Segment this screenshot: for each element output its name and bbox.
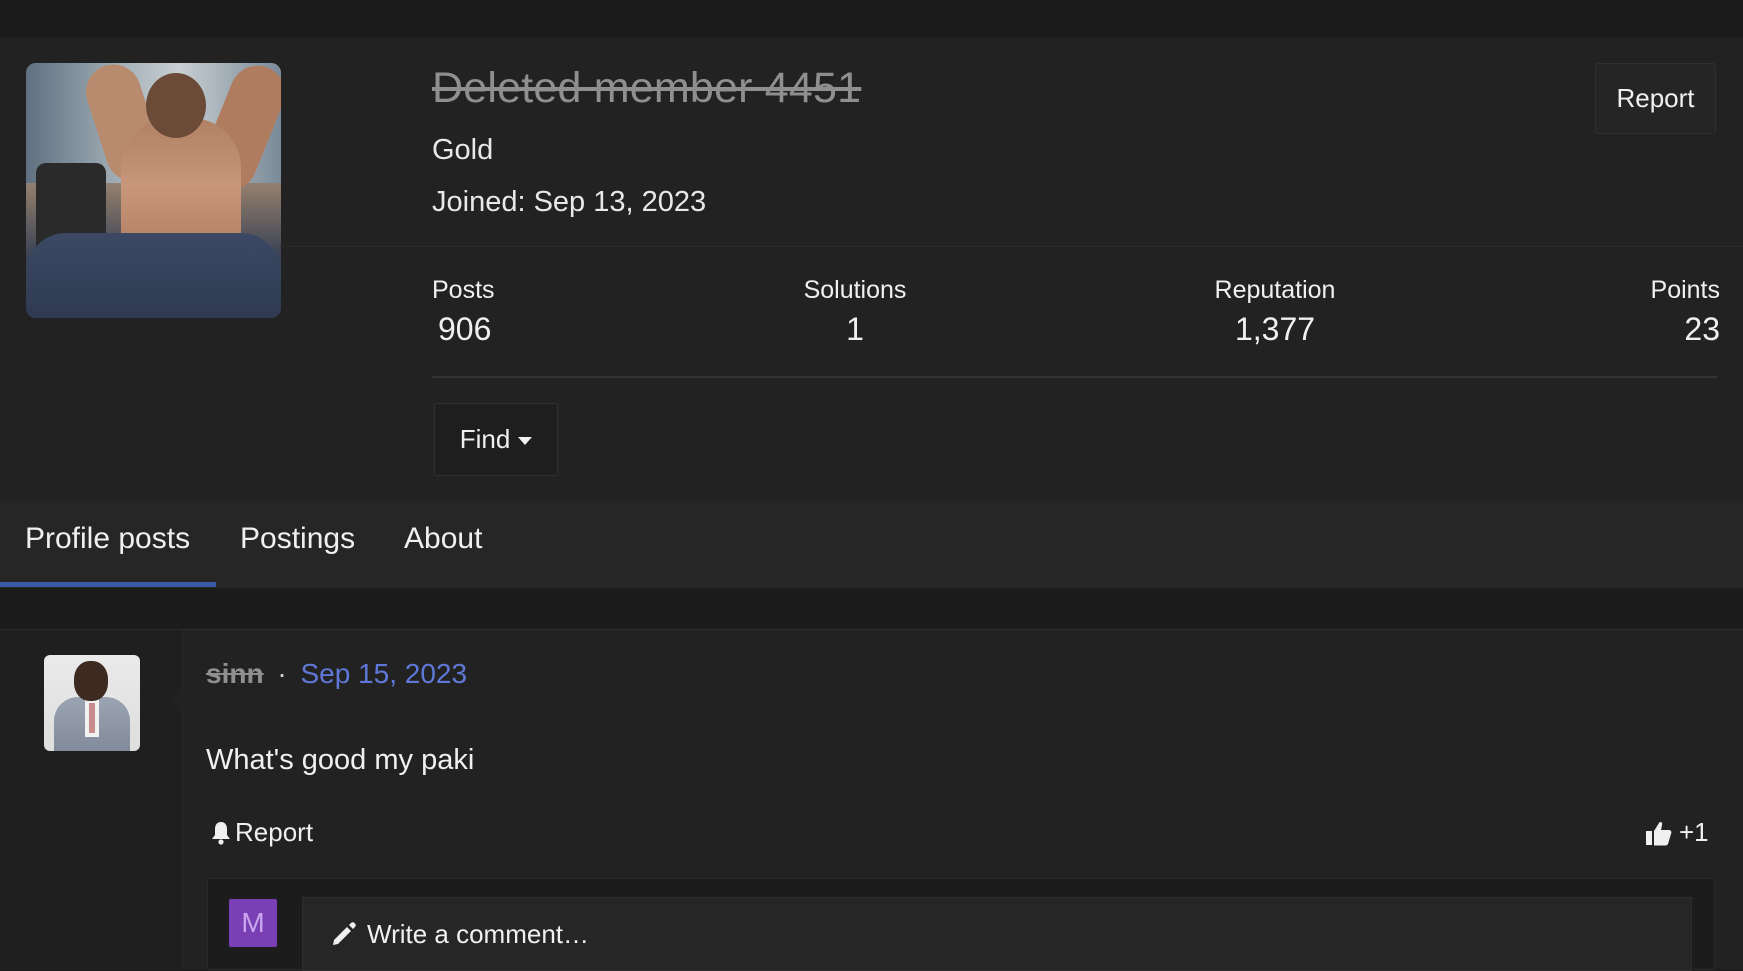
- stat-reputation[interactable]: Reputation 1,377: [1205, 276, 1345, 348]
- comment-input[interactable]: Write a comment…: [302, 897, 1692, 971]
- stats-divider: [432, 376, 1717, 378]
- comment-area: M Write a comment…: [207, 878, 1715, 971]
- tab-postings[interactable]: Postings: [240, 522, 355, 556]
- tab-about[interactable]: About: [404, 522, 482, 556]
- profile-rank: Gold: [432, 134, 494, 166]
- tab-profile-posts[interactable]: Profile posts: [25, 522, 190, 556]
- profile-tabs: Profile posts Postings About: [0, 500, 1743, 588]
- caret-down-icon: [518, 437, 533, 445]
- stat-posts-value: 906: [438, 311, 492, 347]
- post-body: What's good my paki: [206, 744, 475, 776]
- stat-reputation-label: Reputation: [1214, 276, 1336, 304]
- stat-points[interactable]: Points 23: [1640, 276, 1720, 348]
- thumbs-up-icon: [1646, 821, 1672, 845]
- bell-icon: [212, 821, 230, 845]
- header-divider: [280, 246, 1743, 247]
- stat-solutions-label: Solutions: [803, 276, 907, 304]
- post-meta: sinn · Sep 15, 2023: [206, 658, 467, 690]
- meta-separator: ·: [277, 658, 287, 689]
- stat-posts[interactable]: Posts 906: [432, 276, 495, 348]
- profile-joined: Joined: Sep 13, 2023: [432, 186, 707, 218]
- stat-solutions[interactable]: Solutions 1: [800, 276, 910, 348]
- post-sidebar: [0, 630, 183, 970]
- profile-avatar[interactable]: [26, 63, 281, 318]
- report-profile-button[interactable]: Report: [1595, 63, 1716, 134]
- top-strip: [0, 0, 1743, 38]
- like-count: +1: [1679, 817, 1709, 847]
- pencil-icon: [333, 922, 356, 945]
- post-author[interactable]: sinn: [206, 658, 264, 689]
- avatar-tie: [89, 703, 95, 733]
- post-author-avatar[interactable]: [44, 655, 140, 751]
- commenter-avatar[interactable]: M: [229, 899, 277, 947]
- stat-solutions-value: 1: [846, 311, 864, 347]
- avatar-head: [146, 73, 206, 138]
- active-tab-indicator: [0, 582, 216, 587]
- stat-points-value: 23: [1684, 311, 1720, 347]
- profile-header: Deleted member 4451 Gold Joined: Sep 13,…: [0, 38, 1743, 500]
- find-label: Find: [459, 424, 511, 454]
- profile-username: Deleted member 4451: [432, 64, 862, 112]
- find-dropdown-button[interactable]: Find: [434, 403, 558, 476]
- post-report-button[interactable]: Report: [211, 817, 313, 848]
- avatar-face: [74, 661, 108, 701]
- stat-points-label: Points: [1650, 276, 1720, 304]
- stat-posts-label: Posts: [432, 276, 495, 304]
- avatar-pants: [26, 233, 281, 318]
- profile-post: sinn · Sep 15, 2023 What's good my paki …: [0, 629, 1743, 971]
- like-button[interactable]: +1: [1645, 817, 1709, 848]
- stat-reputation-value: 1,377: [1234, 311, 1316, 347]
- post-date-link[interactable]: Sep 15, 2023: [300, 658, 467, 689]
- comment-placeholder: Write a comment…: [367, 918, 590, 949]
- post-report-label: Report: [235, 817, 314, 847]
